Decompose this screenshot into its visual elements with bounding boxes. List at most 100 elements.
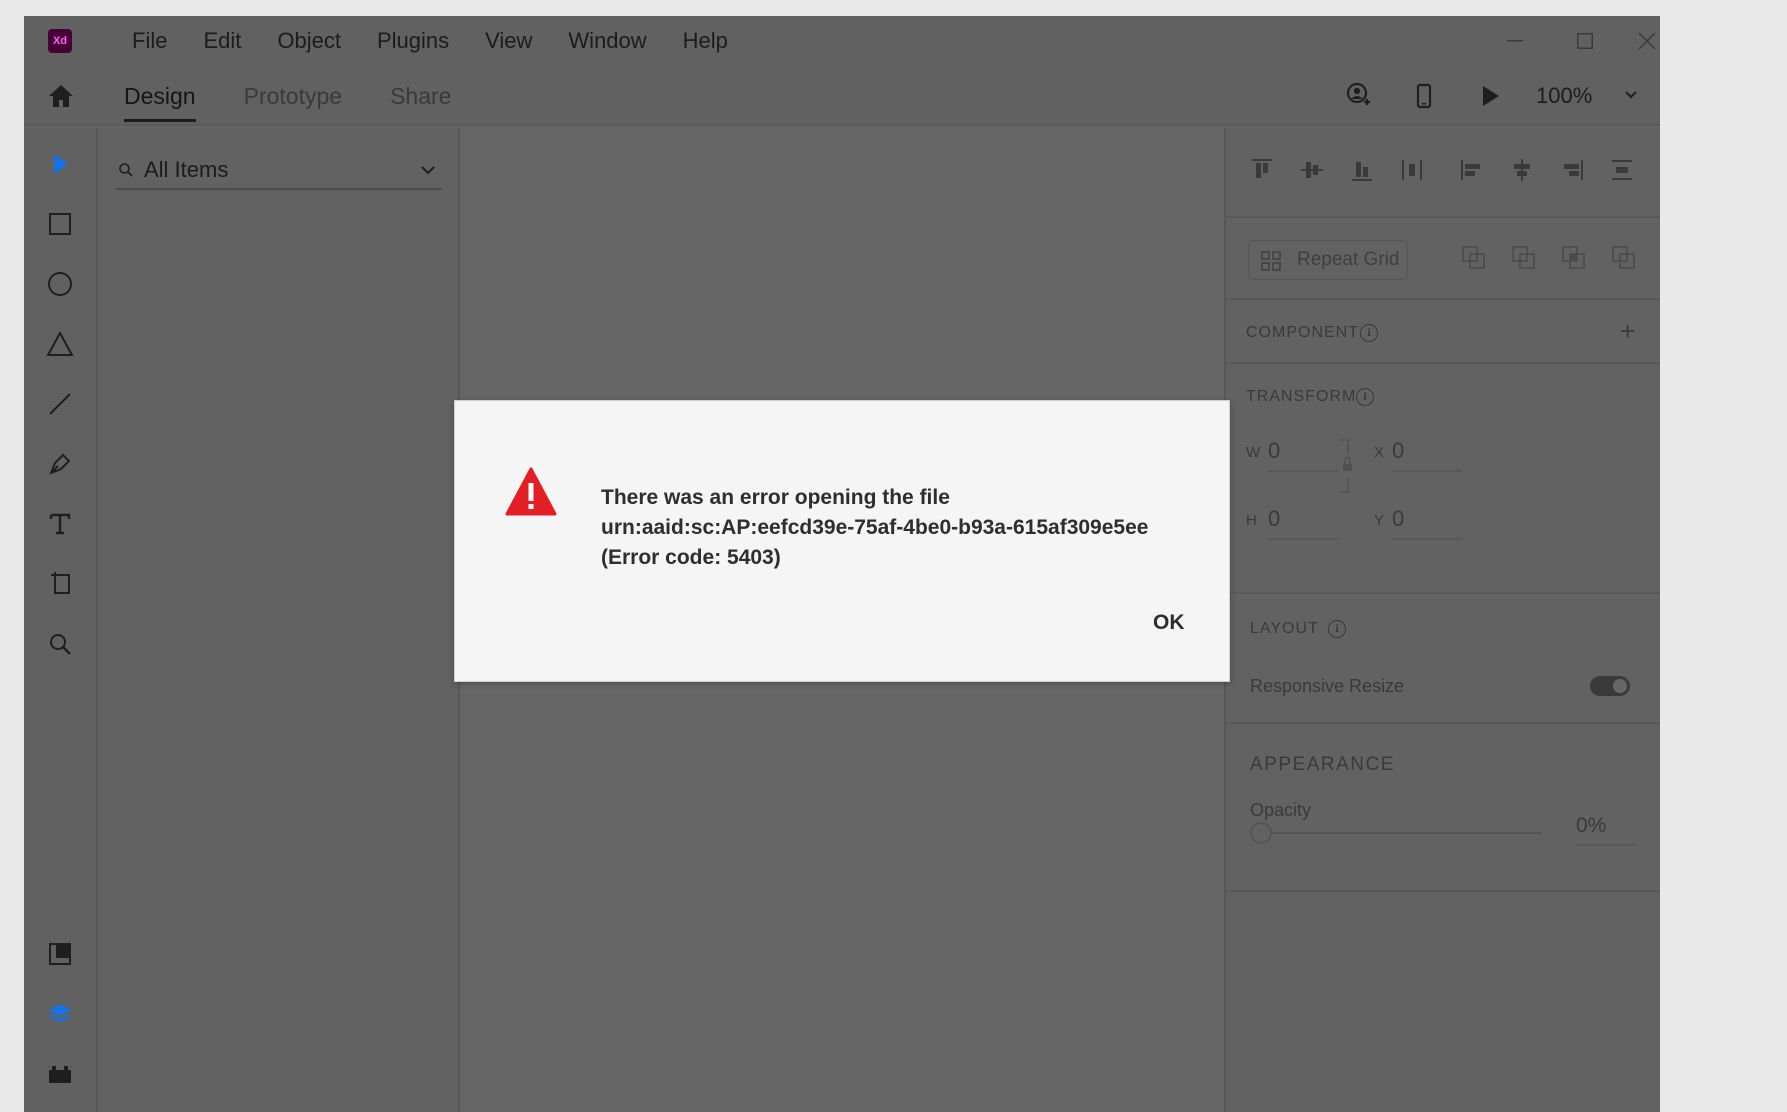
intersect-shape-icon[interactable] xyxy=(1560,244,1588,272)
menu-edit[interactable]: Edit xyxy=(185,16,259,66)
polygon-tool[interactable] xyxy=(44,328,76,360)
zoom-level[interactable]: 100% xyxy=(1536,66,1592,126)
width-underline xyxy=(1268,470,1338,472)
align-top-icon[interactable] xyxy=(1248,156,1276,184)
assets-icon xyxy=(49,943,71,965)
height-label: H xyxy=(1246,512,1257,529)
tab-design[interactable]: Design xyxy=(124,66,196,126)
layers-filter-input[interactable] xyxy=(144,152,404,188)
ok-button[interactable]: OK xyxy=(1153,611,1185,635)
menu-file[interactable]: File xyxy=(114,16,185,66)
rectangle-tool[interactable] xyxy=(44,208,76,240)
assets-panel-button[interactable] xyxy=(44,938,76,970)
x-underline xyxy=(1392,470,1462,472)
layers-panel xyxy=(98,128,460,1112)
align-center-icon[interactable] xyxy=(1508,156,1536,184)
opacity-slider-handle[interactable] xyxy=(1250,822,1272,844)
repeat-grid-section: Repeat Grid xyxy=(1226,218,1660,300)
x-field[interactable]: 0 xyxy=(1392,438,1404,464)
mode-tab-bar: Design Prototype Share 100% xyxy=(24,66,1660,126)
responsive-resize-label: Responsive Resize xyxy=(1250,676,1405,696)
invite-user-icon[interactable] xyxy=(1344,82,1372,110)
align-middle-icon[interactable] xyxy=(1298,156,1326,184)
align-left-icon[interactable] xyxy=(1458,156,1486,184)
layers-search xyxy=(116,150,442,190)
opacity-value[interactable]: 0% xyxy=(1576,814,1606,838)
width-field[interactable]: 0 xyxy=(1268,438,1280,464)
chevron-down-icon[interactable] xyxy=(1624,88,1638,102)
info-icon[interactable]: i xyxy=(1328,620,1346,638)
layout-section: LAYOUT i Responsive Resize xyxy=(1226,594,1660,724)
text-tool[interactable] xyxy=(44,508,76,540)
error-message: There was an error opening the file urn:… xyxy=(601,483,1148,573)
transform-section: TRANSFORM i W 0 X 0 H 0 Y 0 xyxy=(1226,364,1660,594)
error-code: (Error code: 5403) xyxy=(601,546,781,569)
text-icon xyxy=(49,513,71,535)
device-preview-icon[interactable] xyxy=(1410,82,1438,110)
x-label: X xyxy=(1374,444,1385,461)
ellipse-icon xyxy=(48,272,72,296)
appearance-label: APPEARANCE xyxy=(1250,754,1395,775)
info-icon[interactable]: i xyxy=(1356,388,1374,406)
transform-label: TRANSFORM xyxy=(1246,388,1357,405)
close-button[interactable] xyxy=(1612,16,1660,66)
play-preview-icon[interactable] xyxy=(1476,82,1504,110)
chevron-down-icon[interactable] xyxy=(420,164,436,176)
plugins-panel-button[interactable] xyxy=(44,1058,76,1090)
pen-icon xyxy=(49,453,71,475)
maximize-button[interactable] xyxy=(1550,16,1620,66)
property-inspector: Repeat Grid COMPONENT i + TRANSFORM i W … xyxy=(1224,128,1660,1112)
triangle-icon xyxy=(46,331,74,356)
layers-panel-button[interactable] xyxy=(44,998,76,1030)
y-field[interactable]: 0 xyxy=(1392,506,1404,532)
height-underline xyxy=(1268,538,1338,540)
menu-window[interactable]: Window xyxy=(550,16,664,66)
add-component-icon[interactable]: + xyxy=(1620,318,1635,344)
height-field[interactable]: 0 xyxy=(1268,506,1280,532)
error-message-line: There was an error opening the file xyxy=(601,486,950,509)
search-icon xyxy=(119,163,133,177)
distribute-horizontal-icon[interactable] xyxy=(1398,156,1426,184)
repeat-grid-button[interactable]: Repeat Grid xyxy=(1248,240,1408,280)
align-right-icon[interactable] xyxy=(1558,156,1586,184)
maximize-icon xyxy=(1577,33,1593,49)
menu-object[interactable]: Object xyxy=(259,16,359,66)
rectangle-icon xyxy=(49,213,71,235)
layout-label: LAYOUT xyxy=(1250,620,1319,637)
subtract-shape-icon[interactable] xyxy=(1510,244,1538,272)
menu-plugins[interactable]: Plugins xyxy=(359,16,467,66)
menu-help[interactable]: Help xyxy=(665,16,746,66)
exclude-shape-icon[interactable] xyxy=(1610,244,1638,272)
line-tool[interactable] xyxy=(44,388,76,420)
tab-prototype[interactable]: Prototype xyxy=(244,66,342,126)
repeat-grid-label: Repeat Grid xyxy=(1297,249,1400,270)
align-bottom-icon[interactable] xyxy=(1348,156,1376,184)
zoom-tool[interactable] xyxy=(44,628,76,660)
minimize-icon xyxy=(1507,40,1523,42)
pen-tool[interactable] xyxy=(44,448,76,480)
ellipse-tool[interactable] xyxy=(44,268,76,300)
xd-logo-icon: Xd xyxy=(48,29,72,53)
select-tool[interactable] xyxy=(44,148,76,180)
grid-icon xyxy=(1261,251,1281,271)
error-dialog: There was an error opening the file urn:… xyxy=(454,400,1230,682)
home-icon[interactable] xyxy=(46,82,76,110)
menu-view[interactable]: View xyxy=(467,16,550,66)
artboard-tool[interactable] xyxy=(44,568,76,600)
artboard-icon xyxy=(51,572,70,594)
y-label: Y xyxy=(1374,512,1385,529)
minimize-button[interactable] xyxy=(1480,16,1550,66)
opacity-label: Opacity xyxy=(1250,800,1312,820)
tab-share[interactable]: Share xyxy=(390,66,451,126)
component-label: COMPONENT xyxy=(1246,324,1359,341)
width-label: W xyxy=(1246,444,1261,461)
layers-icon xyxy=(49,1004,71,1023)
opacity-slider-track[interactable] xyxy=(1272,832,1542,834)
info-icon[interactable]: i xyxy=(1360,324,1378,342)
add-shape-icon[interactable] xyxy=(1460,244,1488,272)
lock-aspect-icon[interactable] xyxy=(1338,438,1352,494)
appearance-section: APPEARANCE Opacity 0% xyxy=(1226,724,1660,892)
warning-icon xyxy=(505,467,557,516)
responsive-resize-toggle[interactable] xyxy=(1590,676,1630,696)
distribute-vertical-icon[interactable] xyxy=(1608,156,1636,184)
